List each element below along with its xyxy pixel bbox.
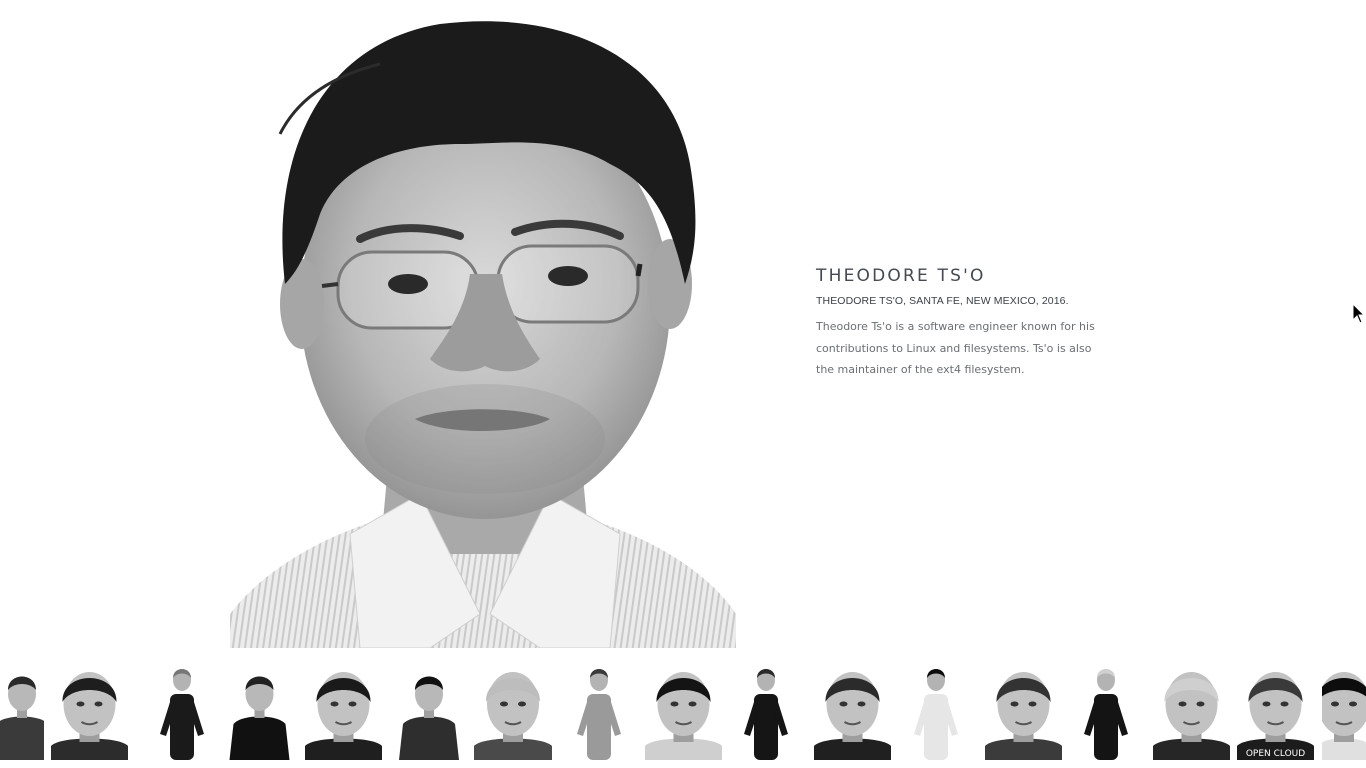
portrait-thumbnail-image xyxy=(51,672,128,760)
portrait-thumbnail[interactable] xyxy=(730,664,802,760)
portrait-thumbnail[interactable] xyxy=(474,664,552,760)
portrait-thumbnail[interactable] xyxy=(1070,664,1142,760)
portrait-gallery-page: THEODORE TS'O THEODORE TS'O, SANTA FE, N… xyxy=(0,0,1366,768)
portrait-thumbnail[interactable] xyxy=(563,664,635,760)
portrait-thumbnail-image xyxy=(0,676,44,760)
portrait-thumbnail[interactable] xyxy=(305,664,382,760)
profile-caption: THEODORE TS'O, SANTA FE, NEW MEXICO, 201… xyxy=(816,295,1069,307)
portrait-thumbnail-image xyxy=(160,669,204,760)
portrait-thumbnail-image xyxy=(744,669,788,760)
portrait-thumbnail-image xyxy=(1153,672,1230,760)
portrait-thumbnail[interactable]: OPEN CLOUD xyxy=(1237,664,1314,760)
portrait-thumbnail[interactable] xyxy=(221,664,298,760)
portrait-thumbnail-image xyxy=(229,676,290,760)
portrait-thumbnail[interactable] xyxy=(1322,664,1366,760)
portrait-thumbnail[interactable] xyxy=(0,664,44,760)
featured-portrait-illustration xyxy=(230,21,736,648)
portrait-thumbnail-image xyxy=(1322,672,1366,760)
portrait-thumbnail-image xyxy=(645,672,722,760)
portrait-thumbnail-image xyxy=(305,672,382,760)
portrait-thumbnail[interactable] xyxy=(985,664,1062,760)
portrait-thumbnail-image xyxy=(399,676,459,760)
portrait-thumbnail-image xyxy=(914,669,958,760)
portrait-thumbnail[interactable] xyxy=(393,664,465,760)
portrait-thumbnail[interactable] xyxy=(900,664,972,760)
portrait-thumbnail-image xyxy=(1084,669,1128,760)
portrait-thumbnail-image xyxy=(577,669,621,760)
portrait-thumbnail-image: OPEN CLOUD xyxy=(1237,672,1314,760)
portrait-thumbnail-image xyxy=(985,672,1062,760)
mouse-cursor-icon xyxy=(1352,303,1366,324)
portrait-thumbnail[interactable] xyxy=(1153,664,1230,760)
svg-text:OPEN CLOUD: OPEN CLOUD xyxy=(1246,749,1305,759)
portrait-thumbnail[interactable] xyxy=(645,664,722,760)
portrait-thumbnail[interactable] xyxy=(814,664,891,760)
portrait-thumbnail[interactable] xyxy=(146,664,218,760)
profile-info-panel: THEODORE TS'O THEODORE TS'O, SANTA FE, N… xyxy=(816,266,1116,381)
featured-portrait xyxy=(230,14,736,648)
profile-name: THEODORE TS'O xyxy=(816,266,986,286)
portrait-thumbnail-image xyxy=(814,672,891,760)
portrait-thumbnail[interactable] xyxy=(51,664,128,760)
portrait-thumbnail-image xyxy=(474,672,552,760)
thumbnail-strip: OPEN CLOUD xyxy=(0,664,1366,760)
profile-bio: Theodore Ts'o is a software engineer kno… xyxy=(816,320,1095,376)
